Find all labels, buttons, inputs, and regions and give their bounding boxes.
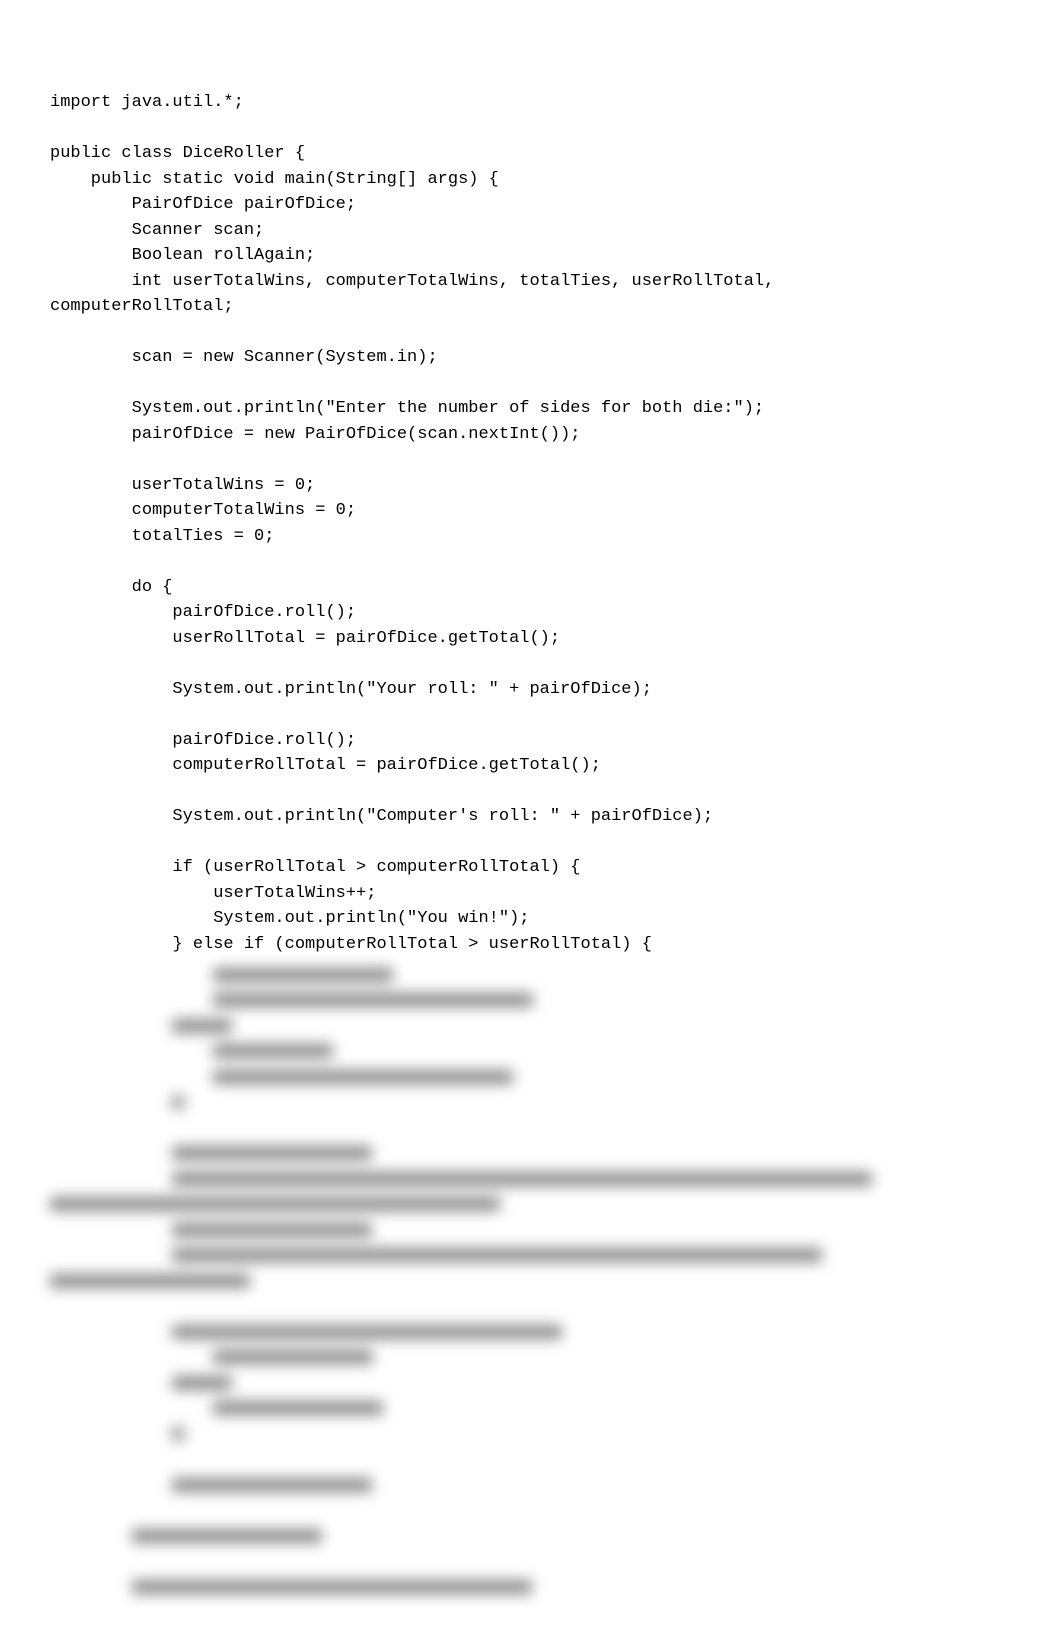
- blurred-token: [172, 1325, 562, 1339]
- blurred-line: [50, 989, 1012, 1015]
- blurred-line: [50, 1065, 1012, 1091]
- blurred-token: [172, 1248, 822, 1262]
- blurred-line: [50, 1371, 1012, 1397]
- blurred-line: [50, 1295, 1012, 1321]
- blurred-token: [132, 1580, 532, 1594]
- blurred-line: [50, 1499, 1012, 1525]
- blurred-line: [50, 1397, 1012, 1423]
- blurred-line: [50, 1422, 1012, 1448]
- blurred-token: [172, 1095, 184, 1109]
- blurred-code-region: [50, 963, 1012, 1601]
- blurred-token: [172, 1172, 872, 1186]
- blurred-token: [172, 1376, 232, 1390]
- blurred-line: [50, 1091, 1012, 1117]
- source-code-block: import java.util.*; public class DiceRol…: [50, 90, 1012, 957]
- blurred-line: [50, 1575, 1012, 1601]
- blurred-line: [50, 1550, 1012, 1576]
- blurred-line: [50, 1142, 1012, 1168]
- blurred-token: [50, 1197, 500, 1211]
- blurred-token: [172, 1223, 372, 1237]
- blurred-line: [50, 963, 1012, 989]
- blurred-line: [50, 1448, 1012, 1474]
- blurred-token: [50, 1274, 250, 1288]
- blurred-line: [50, 1473, 1012, 1499]
- blurred-token: [213, 1350, 373, 1364]
- blurred-token: [132, 1529, 322, 1543]
- blurred-token: [172, 1478, 372, 1492]
- blurred-line: [50, 1116, 1012, 1142]
- blurred-line: [50, 1244, 1012, 1270]
- document-page: import java.util.*; public class DiceRol…: [0, 0, 1062, 1651]
- blurred-line: [50, 1040, 1012, 1066]
- blurred-token: [172, 1146, 372, 1160]
- blurred-token: [172, 1427, 184, 1441]
- blurred-line: [50, 1218, 1012, 1244]
- blurred-line: [50, 1524, 1012, 1550]
- blurred-line: [50, 1167, 1012, 1193]
- blurred-line: [50, 1014, 1012, 1040]
- blurred-line: [50, 1346, 1012, 1372]
- blurred-token: [213, 1070, 513, 1084]
- blurred-token: [172, 1019, 232, 1033]
- blurred-line: [50, 1269, 1012, 1295]
- blurred-line: [50, 1320, 1012, 1346]
- blurred-token: [213, 1044, 333, 1058]
- blurred-token: [213, 993, 533, 1007]
- blurred-token: [213, 1401, 383, 1415]
- blurred-token: [213, 968, 393, 982]
- blurred-line: [50, 1193, 1012, 1219]
